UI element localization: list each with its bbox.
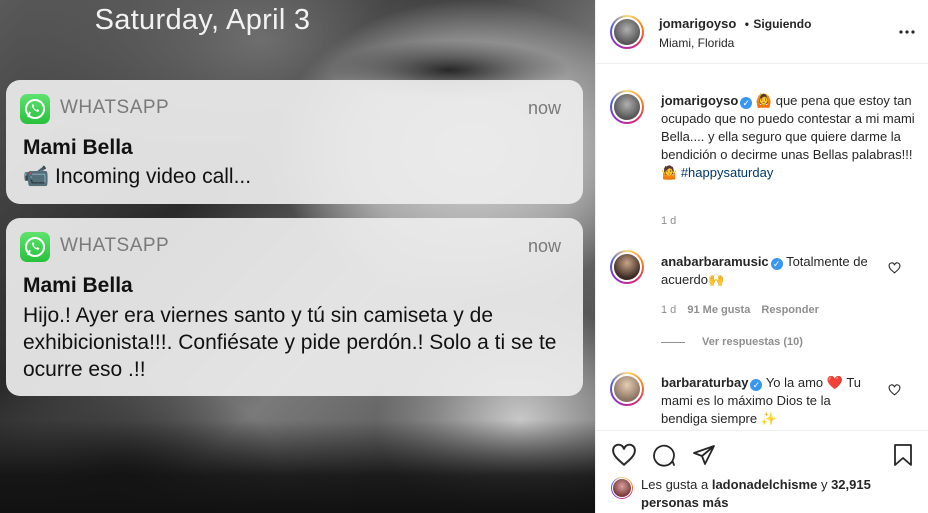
notification-sender: Mami Bella (23, 274, 133, 297)
heart-outline-icon[interactable] (888, 261, 901, 274)
verified-badge-icon: ✓ (740, 97, 753, 109)
view-replies-button[interactable]: Ver respuestas (10) (702, 336, 803, 348)
comment: anabarbaramusic ✓ Totalmente de acuerdo🙌 (661, 253, 871, 289)
likes-conjunction: y (820, 477, 828, 492)
verified-badge-icon: ✓ (770, 258, 783, 270)
likes-user[interactable]: ladonadelchisme (712, 477, 817, 492)
avatar[interactable] (611, 477, 633, 499)
save-bookmark-icon[interactable] (892, 443, 914, 467)
notification-time: now (527, 98, 561, 118)
more-horizontal-icon[interactable] (897, 24, 917, 40)
avatar[interactable] (610, 372, 644, 406)
follow-status-button[interactable]: Siguiendo (753, 17, 811, 31)
heart-outline-icon[interactable] (888, 383, 901, 396)
photo-shadow-bottom (0, 420, 595, 513)
caption-age[interactable]: 1 d (661, 215, 676, 227)
lockscreen-date: Saturday, April 3 (94, 4, 311, 36)
replies-divider (661, 342, 685, 343)
notification-sender: Mami Bella (23, 136, 133, 159)
whatsapp-icon (20, 232, 50, 262)
hashtag-link[interactable]: #happysaturday (681, 165, 774, 180)
caption-username[interactable]: jomarigoyso (661, 93, 738, 108)
comment-username[interactable]: anabarbaramusic (661, 254, 769, 269)
comment-username[interactable]: barbaraturbay (661, 375, 748, 390)
notification-app-name: WHATSAPP (60, 97, 170, 118)
post-location[interactable]: Miami, Florida (659, 36, 734, 50)
comment-likes[interactable]: 91 Me gusta (687, 304, 750, 316)
avatar[interactable] (610, 15, 644, 49)
notification-card: WHATSAPP now Mami Bella Hijo.! Ayer era … (6, 218, 583, 396)
verified-badge-icon: ✓ (750, 379, 763, 391)
comment-age[interactable]: 1 d (661, 304, 676, 316)
likes-prefix: Les gusta a (641, 477, 709, 492)
header-separator: • (744, 17, 749, 31)
avatar[interactable] (610, 250, 644, 284)
likes-summary: Les gusta a ladonadelchisme y 32,915 per… (641, 476, 881, 512)
notification-body: 📹 Incoming video call... (23, 165, 252, 188)
reply-button[interactable]: Responder (761, 304, 818, 316)
post-author-username[interactable]: jomarigoyso (659, 16, 736, 31)
comment: barbaraturbay ✓ Yo la amo ❤️ Tu mami es l… (661, 374, 871, 428)
share-paper-plane-icon[interactable] (692, 443, 716, 467)
post-actions: Les gusta a ladonadelchisme y 32,915 per… (596, 430, 928, 513)
post-header: jomarigoyso • Siguiendo Miami, Florida (596, 0, 928, 64)
comment-meta: 1 d 91 Me gusta Responder (661, 304, 819, 316)
avatar[interactable] (610, 90, 644, 124)
like-heart-icon[interactable] (611, 443, 637, 467)
post-image[interactable]: Saturday, April 3 WHATSAPP now Mami Bell… (0, 0, 595, 513)
comment-bubble-icon[interactable] (652, 443, 676, 467)
notification-body: Hijo.! Ayer era viernes santo y tú sin c… (23, 304, 557, 381)
notification-time: now (527, 236, 561, 256)
post-sidebar: jomarigoyso • Siguiendo Miami, Florida j… (595, 0, 928, 513)
post-caption: jomarigoyso ✓ 🙆 que pena que estoy tan oc… (661, 92, 916, 182)
whatsapp-icon (20, 94, 50, 124)
notification-app-name: WHATSAPP (60, 235, 170, 256)
notification-card: WHATSAPP now Mami Bella 📹 Incoming video… (6, 80, 583, 204)
